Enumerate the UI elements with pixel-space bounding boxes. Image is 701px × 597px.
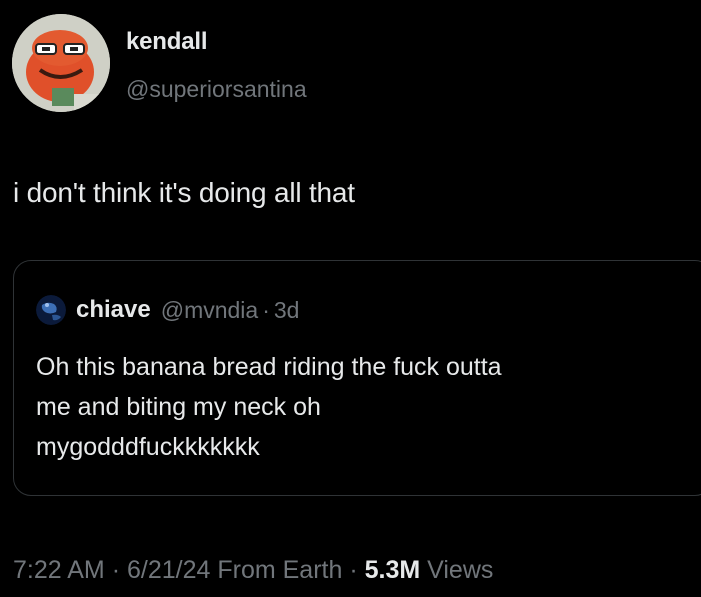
tweet-metadata: 7:22 AM · 6/21/24 From Earth · 5.3M View…: [13, 556, 493, 585]
globe-icon: [36, 295, 66, 325]
quote-author-avatar[interactable]: [36, 295, 66, 325]
quoted-tweet-header: chiave @mvndia · 3d: [36, 295, 299, 325]
meta-separator: ·: [111, 556, 121, 584]
tweet-time[interactable]: 7:22 AM: [13, 556, 105, 584]
tweet-date[interactable]: 6/21/24: [127, 556, 210, 584]
author-avatar[interactable]: [12, 14, 110, 112]
quote-time-ago[interactable]: 3d: [274, 297, 300, 324]
quote-separator: ·: [262, 296, 270, 323]
author-handle[interactable]: @superiorsantina: [126, 76, 307, 103]
quoted-tweet-line: mygodddfuckkkkkkk: [36, 433, 260, 461]
cartoon-character-avatar-icon: [12, 14, 110, 112]
quoted-tweet-line: Oh this banana bread riding the fuck out…: [36, 353, 502, 381]
views-label: Views: [427, 556, 494, 584]
views-count[interactable]: 5.3M: [365, 556, 421, 584]
quote-author-handle[interactable]: @mvndia: [161, 297, 259, 324]
quote-author-name[interactable]: chiave: [76, 296, 151, 324]
tweet-text: i don't think it's doing all that: [13, 177, 355, 208]
author-display-name[interactable]: kendall: [126, 28, 208, 56]
tweet-source: From Earth: [217, 556, 343, 584]
quoted-tweet-line: me and biting my neck oh: [36, 393, 321, 421]
meta-separator: ·: [349, 556, 358, 584]
quoted-tweet-card[interactable]: chiave @mvndia · 3d Oh this banana bread…: [13, 260, 701, 496]
quoted-tweet-text: Oh this banana bread riding the fuck out…: [36, 347, 696, 467]
